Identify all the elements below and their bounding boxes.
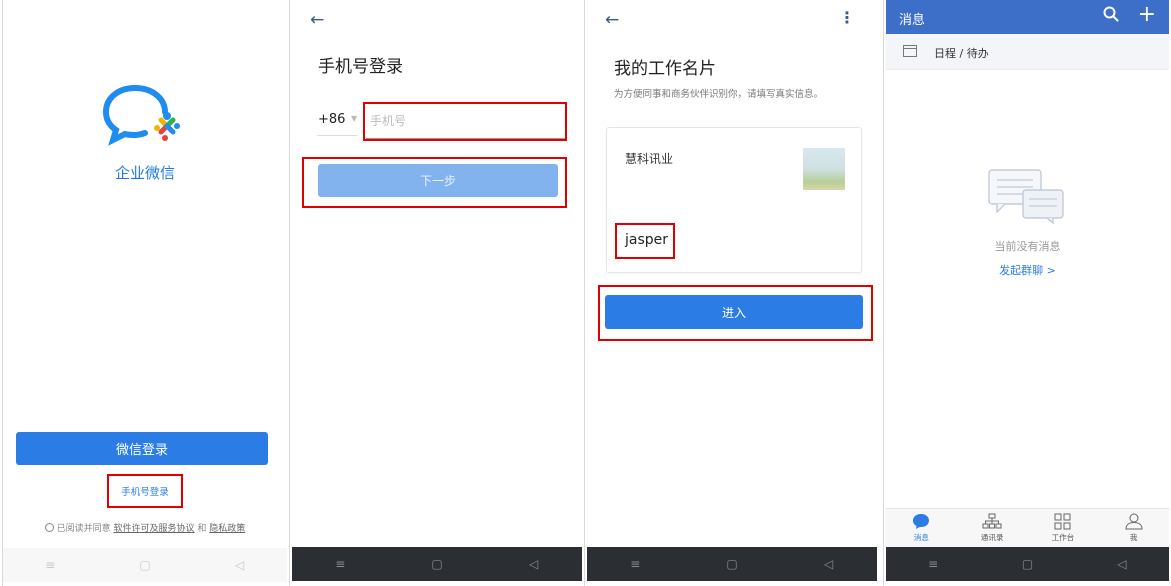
agree-prefix: 已阅读并同意	[56, 524, 111, 534]
company-name: 慧科讯业	[625, 152, 674, 166]
home-icon[interactable]: ▢	[427, 557, 447, 571]
chevron-down-icon[interactable]: ▼	[351, 114, 357, 123]
highlight-box	[302, 157, 567, 208]
back-nav-icon[interactable]: ◁	[230, 558, 250, 572]
agreement-text: 已阅读并同意 软件许可及服务协议 和 隐私政策	[3, 521, 287, 534]
org-chart-icon	[982, 513, 1002, 529]
tab-label: 消息	[913, 533, 929, 542]
system-navbar: ≡ ▢ ◁	[886, 547, 1169, 581]
start-group-chat-link[interactable]: 发起群聊 >	[886, 262, 1169, 278]
schedule-label: 日程 / 待办	[934, 47, 989, 60]
tab-messages[interactable]: 消息	[886, 509, 957, 547]
privacy-link[interactable]: 隐私政策	[209, 524, 245, 534]
highlight-box	[598, 285, 873, 341]
back-nav-icon[interactable]: ◁	[819, 557, 839, 571]
wecom-logo-icon	[102, 85, 180, 146]
search-icon[interactable]	[1103, 6, 1119, 26]
empty-messages-icon	[988, 169, 1064, 224]
tab-label: 工作台	[1051, 533, 1075, 542]
tab-me[interactable]: 我	[1098, 509, 1169, 547]
divider	[317, 135, 357, 136]
divider	[883, 0, 884, 586]
tab-label: 我	[1129, 533, 1138, 542]
tab-workbench[interactable]: 工作台	[1028, 509, 1099, 547]
grid-icon	[1054, 513, 1071, 530]
system-navbar: ≡ ▢ ◁	[292, 547, 582, 581]
app-name: 企业微信	[114, 164, 175, 182]
back-arrow-icon[interactable]: ←	[310, 10, 324, 30]
back-arrow-icon[interactable]: ←	[605, 10, 619, 30]
menu-icon[interactable]: ≡	[625, 557, 645, 571]
license-link[interactable]: 软件许可及服务协议	[113, 524, 194, 534]
back-nav-icon[interactable]: ◁	[524, 557, 544, 571]
country-code[interactable]: +86	[318, 112, 345, 127]
wechat-login-button[interactable]: 微信登录	[16, 432, 268, 465]
page-title: 手机号登录	[318, 57, 403, 77]
login-screen: 企业微信 微信登录 手机号登录 已阅读并同意 软件许可及服务协议 和 隐私政策 …	[3, 0, 287, 586]
phone-login-screen: ← 手机号登录 +86 ▼ 下一步 ≡ ▢ ◁	[292, 0, 582, 586]
messages-screen: 消息 + 日程 / 待办 当前没有消息 发起群聊 > 消息 通讯录 工作台 我 …	[886, 0, 1169, 586]
chat-bubble-icon	[913, 514, 930, 529]
tab-contacts[interactable]: 通讯录	[957, 509, 1028, 547]
tab-label: 通讯录	[980, 533, 1004, 542]
add-icon[interactable]: +	[1138, 3, 1156, 27]
divider	[584, 0, 585, 586]
highlight-box	[363, 102, 567, 141]
menu-icon[interactable]: ≡	[330, 557, 350, 571]
person-icon	[1125, 513, 1143, 530]
home-icon[interactable]: ▢	[1017, 557, 1037, 571]
agree-and: 和	[197, 524, 207, 534]
empty-state-text: 当前没有消息	[994, 240, 1061, 253]
system-navbar: ≡ ▢ ◁	[587, 547, 877, 581]
system-navbar: ≡ ▢ ◁	[3, 548, 287, 582]
schedule-todo-row[interactable]: 日程 / 待办	[886, 34, 1169, 70]
bottom-tab-bar: 消息 通讯录 工作台 我	[886, 508, 1169, 547]
more-icon[interactable]: ⋮	[839, 8, 855, 27]
highlight-box	[615, 223, 675, 259]
header-bar: 消息 +	[886, 0, 1169, 34]
back-nav-icon[interactable]: ◁	[1112, 557, 1132, 571]
home-icon[interactable]: ▢	[135, 558, 155, 572]
calendar-icon	[903, 45, 917, 57]
highlight-box	[107, 474, 183, 508]
page-subtitle: 为方便同事和商务伙伴识别你，请填写真实信息。	[614, 89, 824, 100]
check-circle-icon[interactable]	[44, 523, 54, 532]
page-title: 消息	[899, 13, 926, 28]
menu-icon[interactable]: ≡	[923, 557, 943, 571]
work-card-screen: ← ⋮ 我的工作名片 为方便同事和商务伙伴识别你，请填写真实信息。 慧科讯业 j…	[587, 0, 877, 586]
page-title: 我的工作名片	[614, 59, 716, 79]
avatar[interactable]	[803, 148, 845, 190]
home-icon[interactable]: ▢	[722, 557, 742, 571]
menu-icon[interactable]: ≡	[40, 558, 60, 572]
divider	[289, 0, 290, 586]
